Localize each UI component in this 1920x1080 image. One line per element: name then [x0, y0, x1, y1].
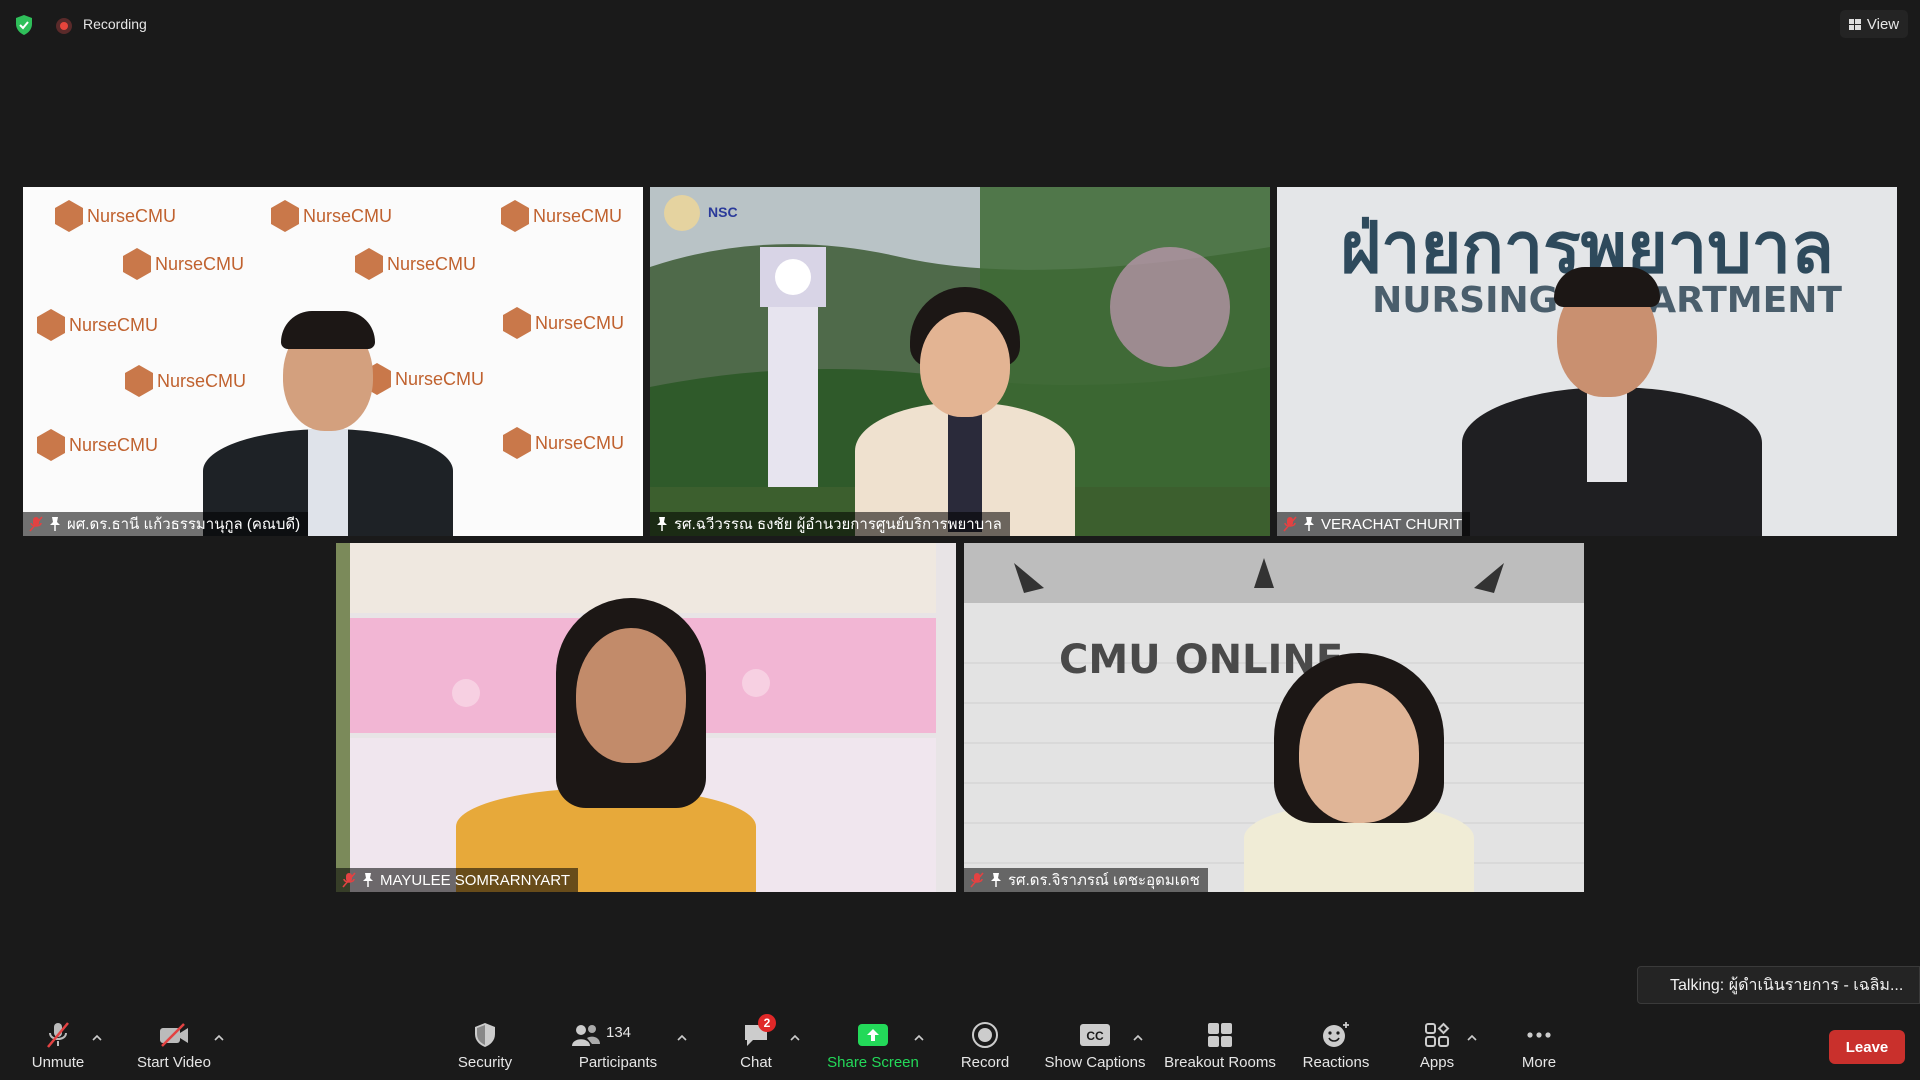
chevron-up-icon[interactable] — [91, 1032, 103, 1044]
show-captions-button[interactable]: CC Show Captions — [1043, 1020, 1147, 1076]
share-screen-button[interactable]: Share Screen — [823, 1020, 923, 1076]
video-tile[interactable]: NSC รศ.ฉวีวรรณ ธงชัย ผู้อำนวยการศูนย์บริ… — [650, 187, 1270, 536]
svg-text:NurseCMU: NurseCMU — [303, 206, 392, 226]
participant-name-tag: MAYULEE SOMRARNYART — [336, 868, 579, 892]
shield-icon[interactable] — [14, 14, 34, 36]
talking-indicator: Talking: ผู้ดำเนินรายการ - เฉลิม... — [1637, 966, 1920, 1004]
share-screen-icon — [857, 1020, 889, 1050]
cc-icon: CC — [1079, 1020, 1111, 1050]
participant-name-tag: รศ.ฉวีวรรณ ธงชัย ผู้อำนวยการศูนย์บริการพ… — [650, 512, 1010, 536]
unmute-button[interactable]: Unmute — [26, 1020, 90, 1076]
pin-icon — [991, 873, 1001, 887]
participant-name: รศ.ฉวีวรรณ ธงชัย ผู้อำนวยการศูนย์บริการพ… — [674, 516, 1002, 533]
svg-text:NurseCMU: NurseCMU — [535, 433, 624, 453]
security-button[interactable]: Security — [448, 1020, 522, 1076]
chat-badge: 2 — [758, 1014, 776, 1032]
emoji-add-icon — [1320, 1020, 1352, 1050]
participant-video — [1244, 653, 1474, 892]
muted-mic-icon — [970, 872, 984, 888]
participants-icon: 134 — [570, 1020, 666, 1050]
svg-text:NurseCMU: NurseCMU — [87, 206, 176, 226]
video-tile[interactable]: CMU ONLINE รศ.ดร.จิราภรณ์ เตชะอุดมเดช — [964, 543, 1584, 892]
svg-text:NurseCMU: NurseCMU — [387, 254, 476, 274]
participant-video — [1462, 257, 1762, 536]
svg-text:NurseCMU: NurseCMU — [69, 435, 158, 455]
video-tile[interactable]: MAYULEE SOMRARNYART — [336, 543, 956, 892]
chevron-up-icon[interactable] — [1132, 1032, 1144, 1044]
apps-icon — [1421, 1020, 1453, 1050]
record-icon — [969, 1020, 1001, 1050]
participants-button[interactable]: 134 Participants — [570, 1020, 666, 1076]
muted-mic-icon — [342, 872, 356, 888]
recording-icon — [56, 18, 72, 34]
breakout-rooms-button[interactable]: Breakout Rooms — [1162, 1020, 1278, 1076]
participants-count: 134 — [606, 1024, 632, 1041]
meeting-toolbar: Unmute Start Video Security 134 Particip… — [0, 1010, 1920, 1080]
svg-text:NurseCMU: NurseCMU — [69, 315, 158, 335]
more-button[interactable]: More — [1518, 1020, 1560, 1076]
chevron-up-icon[interactable] — [913, 1032, 925, 1044]
chevron-up-icon[interactable] — [676, 1032, 688, 1044]
svg-text:CC: CC — [1086, 1029, 1104, 1043]
chevron-up-icon[interactable] — [213, 1032, 225, 1044]
participant-name-tag: รศ.ดร.จิราภรณ์ เตชะอุดมเดช — [964, 868, 1208, 892]
pin-icon — [50, 517, 60, 531]
participant-name: VERACHAT CHURIT — [1321, 515, 1463, 533]
view-label: View — [1866, 15, 1900, 33]
svg-text:NurseCMU: NurseCMU — [535, 313, 624, 333]
chevron-up-icon[interactable] — [1466, 1032, 1478, 1044]
muted-mic-icon — [29, 516, 43, 532]
shield-icon — [469, 1020, 501, 1050]
svg-text:NurseCMU: NurseCMU — [155, 254, 244, 274]
video-off-icon — [158, 1020, 190, 1050]
grid-icon — [1848, 18, 1861, 30]
start-video-button[interactable]: Start Video — [132, 1020, 216, 1076]
muted-mic-icon — [42, 1020, 74, 1050]
video-tile[interactable]: NurseCMU NurseCMU NurseCMU NurseCMU Nurs… — [23, 187, 643, 536]
chevron-up-icon[interactable] — [789, 1032, 801, 1044]
pin-icon — [657, 517, 667, 531]
record-button[interactable]: Record — [955, 1020, 1015, 1076]
video-tile[interactable]: ฝ่ายการพยาบาล NURSING DEPARTMENT VERACHA… — [1277, 187, 1897, 536]
participant-name-tag: ผศ.ดร.ธานี แก้วธรรมานุกูล (คณบดี) — [23, 512, 309, 536]
chat-button[interactable]: 2 Chat — [736, 1014, 776, 1076]
reactions-button[interactable]: Reactions — [1300, 1020, 1372, 1076]
muted-mic-icon — [1283, 516, 1297, 532]
view-button[interactable]: View — [1840, 10, 1908, 38]
participant-video — [850, 287, 1080, 536]
participant-name-tag: VERACHAT CHURIT — [1277, 512, 1471, 536]
apps-button[interactable]: Apps — [1416, 1020, 1458, 1076]
participant-name: MAYULEE SOMRARNYART — [380, 871, 571, 889]
recording-label: Recording — [83, 16, 147, 32]
top-bar: Recording View — [0, 0, 1920, 48]
leave-button[interactable]: Leave — [1829, 1030, 1905, 1064]
svg-text:NSC: NSC — [708, 204, 738, 220]
svg-text:NurseCMU: NurseCMU — [533, 206, 622, 226]
chat-icon: 2 — [740, 1014, 776, 1050]
participant-name: ผศ.ดร.ธานี แก้วธรรมานุกูล (คณบดี) — [67, 516, 301, 533]
pin-icon — [1304, 517, 1314, 531]
breakout-rooms-icon — [1204, 1020, 1236, 1050]
participant-name: รศ.ดร.จิราภรณ์ เตชะอุดมเดช — [1008, 872, 1200, 889]
pin-icon — [363, 873, 373, 887]
participant-video — [436, 598, 796, 892]
ellipsis-icon — [1523, 1020, 1555, 1050]
participant-video — [203, 299, 483, 536]
